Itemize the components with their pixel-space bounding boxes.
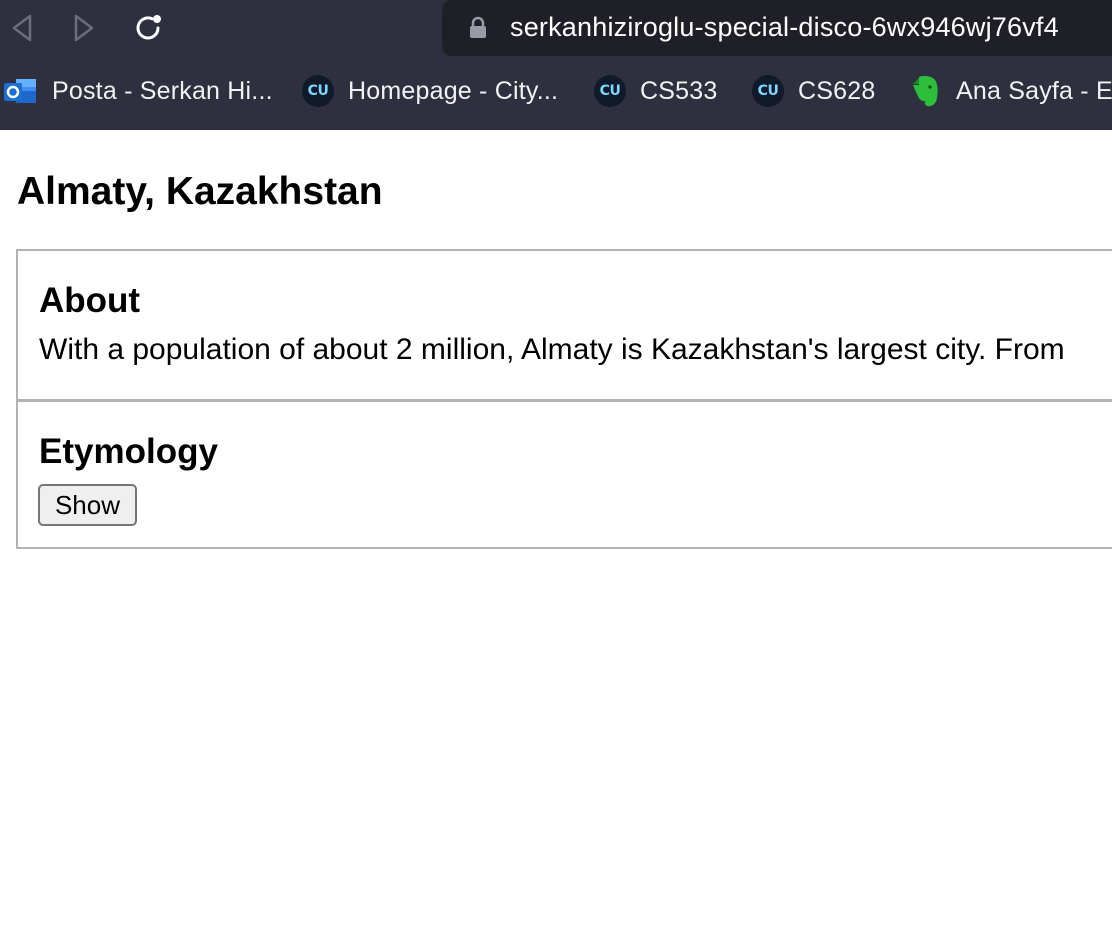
- bookmark-posta[interactable]: Posta - Serkan Hi...: [4, 68, 273, 114]
- bookmark-label: Posta - Serkan Hi...: [52, 76, 273, 105]
- cu-icon: CU: [594, 75, 626, 107]
- bookmark-label: Homepage - City...: [348, 76, 559, 105]
- reload-icon: [136, 15, 161, 40]
- bookmark-ana-sayfa[interactable]: Ana Sayfa - Ev: [910, 68, 1112, 114]
- bookmarks-bar: Posta - Serkan Hi... CU Homepage - City.…: [0, 68, 1112, 114]
- show-button[interactable]: Show: [38, 484, 137, 526]
- bookmark-cs628[interactable]: CU CS628: [752, 68, 875, 114]
- cu-icon: CU: [302, 75, 334, 107]
- back-arrow-icon: [12, 14, 32, 42]
- cu-icon: CU: [752, 75, 784, 107]
- bookmark-homepage[interactable]: CU Homepage - City...: [302, 68, 558, 114]
- reload-button[interactable]: [128, 8, 168, 48]
- bookmark-label: CS628: [798, 76, 876, 105]
- etymology-section: Etymology Show: [16, 400, 1112, 549]
- about-section: About With a population of about 2 milli…: [16, 249, 1112, 401]
- page-title: Almaty, Kazakhstan: [17, 170, 383, 213]
- etymology-heading: Etymology: [39, 432, 218, 471]
- bookmark-cs533[interactable]: CU CS533: [594, 68, 717, 114]
- address-bar[interactable]: serkanhiziroglu-special-disco-6wx946wj76…: [442, 0, 1112, 56]
- bookmark-label: CS533: [640, 76, 718, 105]
- browser-chrome: serkanhiziroglu-special-disco-6wx946wj76…: [0, 0, 1112, 130]
- forward-arrow-icon: [74, 14, 94, 42]
- forward-button[interactable]: [64, 8, 104, 48]
- lock-icon: [470, 16, 486, 38]
- url-text: serkanhiziroglu-special-disco-6wx946wj76…: [510, 12, 1059, 42]
- bookmark-label: Ana Sayfa - Ev: [956, 76, 1112, 105]
- about-text: With a population of about 2 million, Al…: [39, 333, 1065, 366]
- about-heading: About: [39, 281, 141, 320]
- back-button[interactable]: [2, 8, 42, 48]
- outlook-icon: [4, 75, 38, 107]
- evernote-icon: [913, 76, 938, 107]
